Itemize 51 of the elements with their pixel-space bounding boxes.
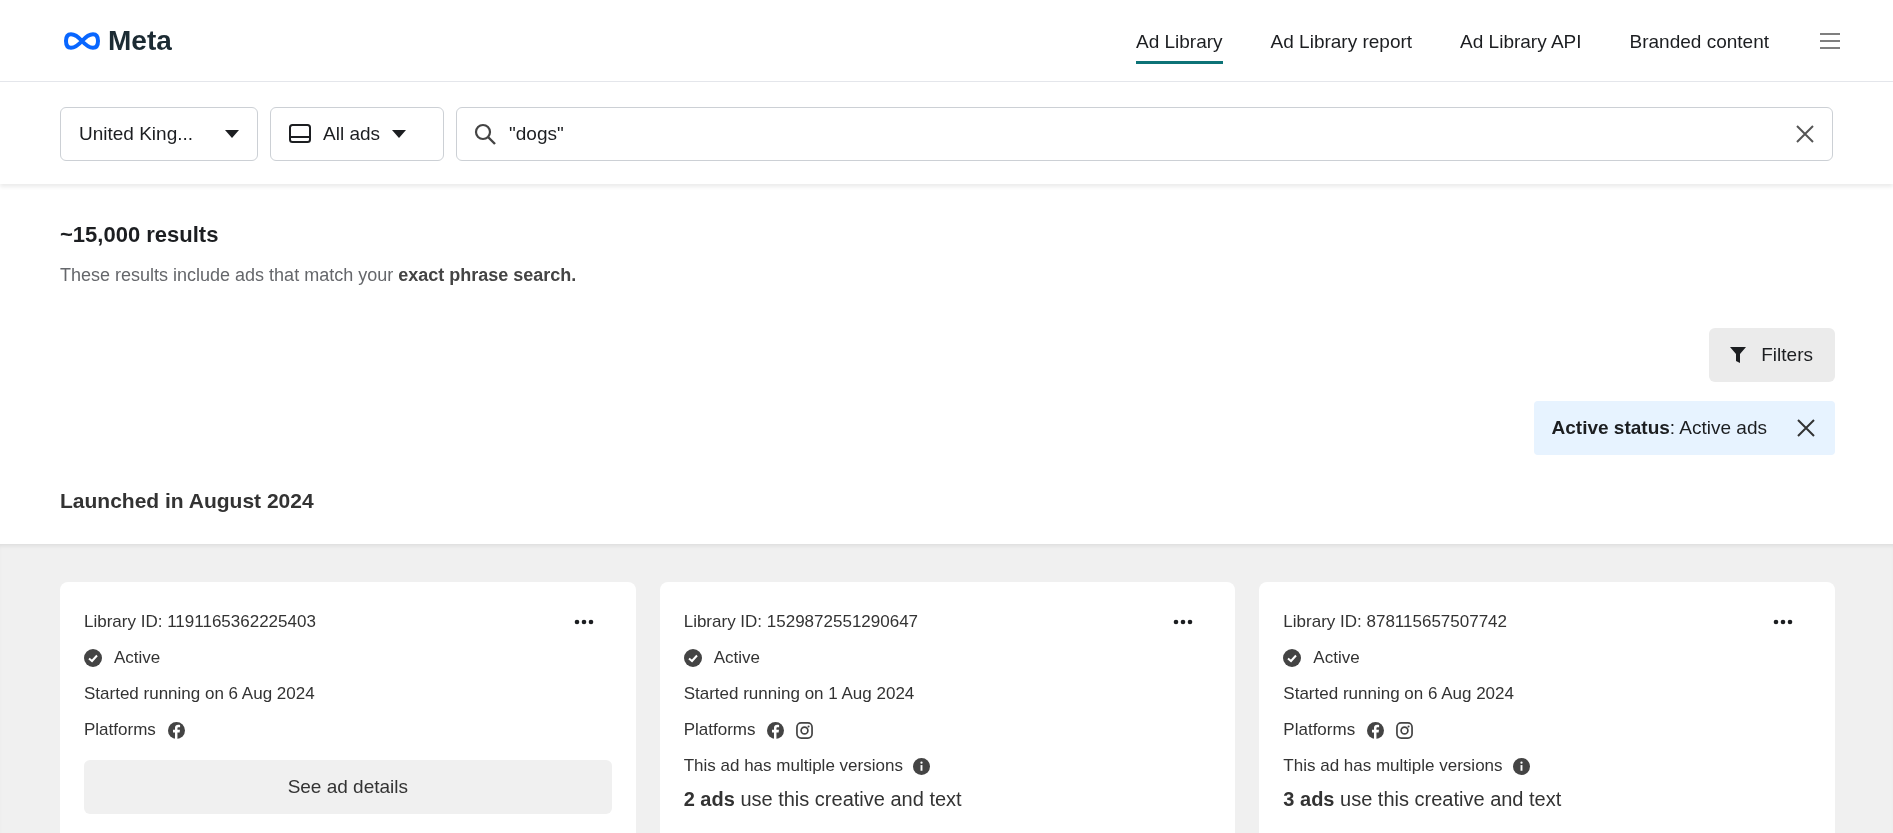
filter-icon (1729, 346, 1748, 364)
check-circle-icon (683, 649, 702, 667)
library-id: Library ID: 878115657507742 (1283, 612, 1508, 632)
more-options-icon[interactable] (1173, 619, 1194, 625)
facebook-icon (167, 721, 185, 739)
nav-tab[interactable]: Branded content (1629, 23, 1769, 64)
nav-tab[interactable]: Ad Library report (1270, 23, 1413, 64)
device-icon (289, 123, 311, 145)
caret-icon (392, 130, 407, 138)
platforms-label: Platforms (683, 720, 756, 740)
see-ad-details-button[interactable]: See ad details (84, 760, 612, 814)
info-icon[interactable] (912, 757, 930, 775)
more-options-icon[interactable] (573, 619, 594, 625)
check-circle-icon (1283, 649, 1302, 667)
search-icon (473, 122, 497, 146)
facebook-icon (1367, 721, 1385, 739)
creative-count: 2 ads use this creative and text (683, 788, 963, 811)
instagram-icon (1396, 721, 1414, 739)
nav-tab[interactable]: Ad Library API (1460, 23, 1582, 64)
platforms-label: Platforms (1283, 720, 1356, 740)
library-id: Library ID: 1529872551290647 (683, 612, 919, 632)
status-label: Active (114, 648, 161, 668)
brand-name: Meta (108, 24, 172, 57)
filters-button[interactable]: Filters (1709, 328, 1835, 382)
check-circle-icon (84, 649, 102, 667)
nav-tab[interactable]: Ad Library (1135, 23, 1223, 64)
section-heading: Launched in August 2024 (60, 489, 315, 513)
results-description: These results include ads that match your exact phrase search. (60, 265, 578, 286)
results-count: ~15,000 results (60, 222, 220, 248)
start-date: Started running on 6 Aug 2024 (84, 684, 315, 704)
status-label: Active (713, 648, 760, 668)
filter-label: Active status: Active ads (1551, 417, 1767, 439)
country-dropdown[interactable]: United King... (60, 107, 258, 161)
more-options-icon[interactable] (1773, 619, 1793, 625)
search-field[interactable]: "dogs" (456, 107, 1833, 161)
info-icon[interactable] (1512, 757, 1530, 775)
caret-icon (225, 130, 239, 138)
creative-count: 3 ads use this creative and text (1283, 788, 1563, 811)
status-label: Active (1313, 648, 1360, 668)
versions-note: This ad has multiple versions (1283, 756, 1503, 776)
close-icon[interactable] (1797, 419, 1815, 437)
start-date: Started running on 1 Aug 2024 (683, 684, 915, 704)
ad-type-dropdown[interactable]: All ads (270, 107, 444, 161)
library-id: Library ID: 1191165362225403 (84, 612, 316, 632)
facebook-icon (767, 721, 785, 739)
close-icon[interactable] (1796, 125, 1814, 143)
platforms-label: Platforms (84, 720, 156, 740)
instagram-icon (796, 721, 814, 739)
start-date: Started running on 6 Aug 2024 (1283, 684, 1514, 704)
menu-icon[interactable] (1819, 31, 1841, 50)
versions-note: This ad has multiple versions (683, 756, 903, 776)
